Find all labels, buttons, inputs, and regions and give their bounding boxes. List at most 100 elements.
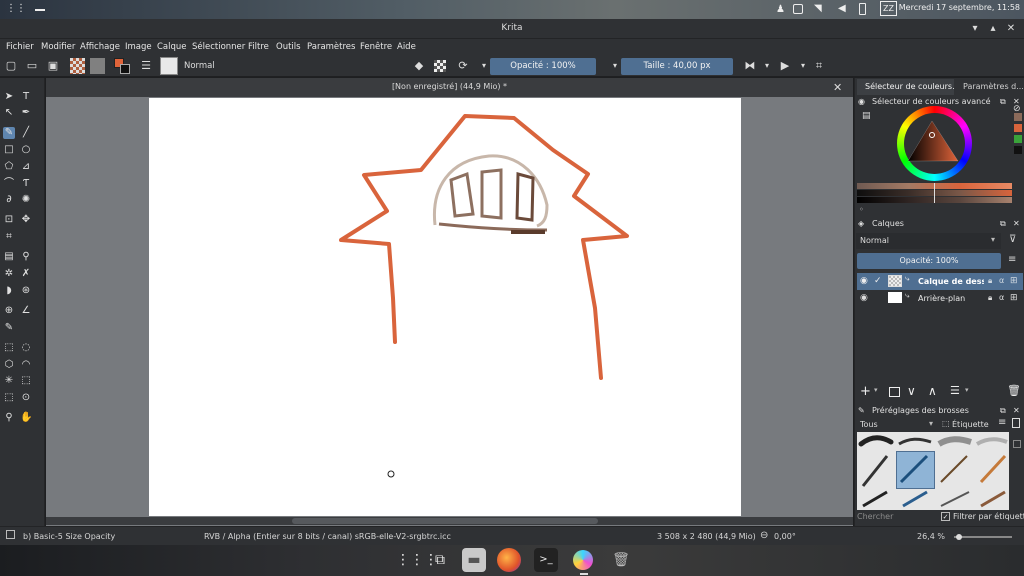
pattern-swatch[interactable] bbox=[90, 58, 105, 74]
brush-menu-icon[interactable]: ≡ bbox=[998, 417, 1006, 428]
chevron-down-icon[interactable]: ▾ bbox=[965, 386, 969, 394]
polygon-select-icon[interactable]: ⬡ bbox=[3, 359, 15, 371]
checkmark-icon[interactable]: ✓ bbox=[874, 276, 882, 286]
battery-icon[interactable] bbox=[859, 3, 866, 15]
open-document-icon[interactable]: ▭ bbox=[25, 59, 39, 73]
line-tool-icon[interactable]: ╱ bbox=[20, 127, 32, 139]
maximize-window-icon[interactable]: ▴ bbox=[986, 22, 1000, 36]
multibrush-icon[interactable]: ✺ bbox=[20, 194, 32, 206]
alpha-lock-icon[interactable]: ⊞ bbox=[1010, 276, 1018, 286]
trash-app-icon[interactable]: 🗑︎ bbox=[609, 548, 633, 572]
files-app-icon[interactable]: ▬ bbox=[462, 548, 486, 572]
float-panel-icon[interactable]: ⧉ bbox=[1000, 95, 1006, 109]
recent-color-4[interactable] bbox=[1014, 146, 1022, 154]
rotation-icon[interactable]: ⊖ bbox=[760, 530, 768, 541]
crop-icon[interactable]: ⌗ bbox=[812, 59, 826, 73]
recent-color-3[interactable] bbox=[1014, 135, 1022, 143]
minimize-window-icon[interactable]: ▾ bbox=[968, 22, 982, 36]
apps-grid-icon[interactable]: ⋮⋮ bbox=[6, 3, 26, 14]
menu-filtre[interactable]: Filtre bbox=[248, 42, 269, 52]
reference-tool-icon[interactable]: ✎ bbox=[3, 322, 15, 334]
contiguous-select-icon[interactable]: ✳ bbox=[3, 375, 15, 387]
opacity-slider[interactable]: Opacité : 100% bbox=[490, 58, 596, 75]
brush-scroll-icon[interactable] bbox=[1013, 440, 1021, 448]
layer-properties-icon[interactable]: ☰ bbox=[950, 384, 960, 397]
filter-tag-checkbox[interactable]: ✓ bbox=[941, 512, 950, 521]
delete-layer-icon[interactable]: 🗑︎ bbox=[1007, 384, 1021, 397]
menu-calque[interactable]: Calque bbox=[157, 42, 187, 52]
notification-icon[interactable]: ♟ bbox=[776, 4, 785, 15]
freehand-brush-icon[interactable]: ✎ bbox=[3, 127, 15, 139]
pan-tool-icon[interactable]: ✋ bbox=[20, 412, 32, 424]
mirror-horizontal-icon[interactable]: ⧓ bbox=[743, 59, 757, 73]
layer-name[interactable]: Calque de dessi... bbox=[918, 277, 984, 286]
status-brush-name[interactable]: b) Basic-5 Size Opacity bbox=[23, 532, 115, 541]
layer-menu-icon[interactable]: ≡ bbox=[1008, 254, 1016, 265]
new-document-icon[interactable]: ▢ bbox=[4, 59, 18, 73]
menu-selectionner[interactable]: Sélectionner bbox=[192, 42, 245, 52]
minimize-all-icon[interactable] bbox=[35, 9, 45, 11]
layer-opacity-slider[interactable]: Opacité: 100% bbox=[857, 253, 1001, 269]
move-layer-up-icon[interactable]: ∧ bbox=[928, 384, 937, 398]
menu-fenetre[interactable]: Fenêtre bbox=[360, 42, 392, 52]
chevron-down-icon[interactable]: ▾ bbox=[608, 59, 622, 73]
menu-fichier[interactable]: Fichier bbox=[6, 42, 34, 52]
menu-modifier[interactable]: Modifier bbox=[41, 42, 75, 52]
layer-name[interactable]: Arrière-plan bbox=[918, 294, 984, 303]
rect-select-icon[interactable]: ⬚ bbox=[3, 342, 15, 354]
lock-icon[interactable]: 🔒︎ bbox=[988, 276, 992, 286]
dynamic-brush-icon[interactable]: ∂ bbox=[3, 194, 15, 206]
polyline-tool-icon[interactable]: ⊿ bbox=[20, 161, 32, 173]
float-panel-icon[interactable]: ⧉ bbox=[1000, 217, 1006, 231]
saturation-triangle[interactable] bbox=[904, 113, 965, 174]
measure-tool-icon[interactable]: ⊕ bbox=[3, 305, 15, 317]
close-document-icon[interactable]: ✕ bbox=[833, 81, 842, 94]
brush-tag-select[interactable]: ⬚ Étiquette bbox=[942, 418, 992, 431]
move-layer-down-icon[interactable]: ∨ bbox=[907, 384, 916, 398]
brush-settings-icon[interactable]: ☰ bbox=[139, 59, 153, 73]
similar-select-icon[interactable]: ⬚ bbox=[20, 375, 32, 387]
show-desktop-icon[interactable]: ⧉ bbox=[428, 548, 452, 572]
duplicate-layer-icon[interactable] bbox=[889, 387, 900, 397]
preserve-alpha-icon[interactable] bbox=[434, 60, 446, 72]
colorize-mask-icon[interactable]: ✲ bbox=[3, 268, 15, 280]
magnetic-select-icon[interactable]: ⊙ bbox=[20, 392, 32, 404]
fill-tool-icon[interactable]: ◗ bbox=[3, 285, 15, 297]
calligraphy-icon[interactable]: ✒ bbox=[20, 107, 32, 119]
close-panel-icon[interactable]: ✕ bbox=[1013, 217, 1020, 231]
menu-outils[interactable]: Outils bbox=[276, 42, 301, 52]
background-color-swatch[interactable] bbox=[120, 64, 130, 74]
chevron-down-icon[interactable]: ▾ bbox=[796, 59, 810, 73]
size-slider[interactable]: Taille : 40,00 px bbox=[621, 58, 733, 75]
menu-aide[interactable]: Aide bbox=[397, 42, 416, 52]
select-shapes-icon[interactable]: ➤ bbox=[3, 91, 15, 103]
crop-tool-icon[interactable]: ⌗ bbox=[3, 231, 15, 243]
status-zoom[interactable]: 26,4 % bbox=[917, 532, 945, 541]
menu-affichage[interactable]: Affichage bbox=[80, 42, 120, 52]
gradient-tool-icon[interactable]: ▤ bbox=[3, 251, 15, 263]
terminal-app-icon[interactable]: >_ bbox=[534, 548, 558, 572]
alpha-icon[interactable]: α bbox=[999, 276, 1004, 285]
history-icon[interactable]: ◦ bbox=[859, 205, 864, 214]
color-picker-icon[interactable]: ⚲ bbox=[20, 251, 32, 263]
krita-app-icon[interactable] bbox=[571, 548, 595, 572]
status-rotation[interactable]: 0,00° bbox=[774, 532, 796, 541]
recent-color-2[interactable] bbox=[1014, 124, 1022, 132]
zoom-slider[interactable] bbox=[954, 536, 1012, 538]
recent-color-1[interactable] bbox=[1014, 113, 1022, 121]
eraser-icon[interactable]: ◆ bbox=[412, 59, 426, 73]
volume-icon[interactable]: ◀ bbox=[838, 3, 846, 14]
polygon-tool-icon[interactable]: ⬠ bbox=[3, 161, 15, 173]
tab-color-selector[interactable]: Sélecteur de couleurs... bbox=[857, 79, 954, 95]
clipboard-icon[interactable] bbox=[793, 4, 803, 14]
freehand-select-icon[interactable]: ◠ bbox=[20, 359, 32, 371]
layer-blend-select[interactable]: Normal ▾ bbox=[856, 233, 1001, 249]
chevron-down-icon[interactable]: ▾ bbox=[874, 386, 878, 394]
float-panel-icon[interactable]: ⧉ bbox=[1000, 404, 1006, 418]
bezier-tool-icon[interactable]: ⌒ bbox=[3, 178, 15, 190]
keyboard-layout-badge[interactable]: ZZ bbox=[880, 1, 897, 16]
filter-icon[interactable]: ⊽ bbox=[1009, 234, 1016, 245]
brush-search-input[interactable]: Chercher bbox=[857, 512, 937, 521]
status-colorspace[interactable]: RVB / Alpha (Entier sur 8 bits / canal) … bbox=[204, 532, 451, 541]
alpha-icon[interactable]: α bbox=[999, 293, 1004, 302]
